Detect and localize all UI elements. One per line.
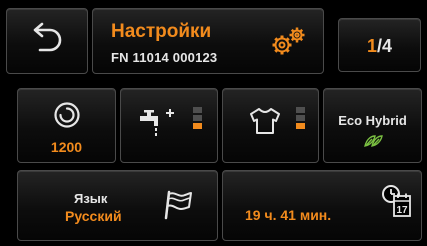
- clock-calendar-icon: 17: [382, 185, 411, 217]
- page-title: Настройки: [111, 21, 212, 42]
- soil-level-bars: [296, 107, 305, 131]
- shirt-icon: [250, 108, 280, 134]
- spin-icon: [54, 102, 80, 128]
- flag-icon: [164, 190, 192, 220]
- back-button[interactable]: [6, 8, 88, 74]
- calendar-day: 17: [396, 205, 408, 216]
- gears-icon: [272, 27, 305, 55]
- eco-hybrid-label: Eco Hybrid: [338, 113, 407, 128]
- settings-screen: Настройки FN 11014 000123 1/4 1200 Eco H…: [0, 0, 427, 246]
- delay-timer-button[interactable]: 19 ч. 41 мин. 17: [222, 170, 422, 241]
- level-bar-active: [296, 123, 305, 129]
- page-indicator-button[interactable]: 1/4: [338, 18, 421, 72]
- spin-speed-button[interactable]: 1200: [17, 88, 116, 163]
- page-total: /4: [377, 36, 393, 56]
- eco-leaf-icon: [364, 135, 383, 147]
- language-button[interactable]: Язык Русский: [17, 170, 218, 241]
- level-bar: [296, 107, 305, 113]
- page-current: 1: [366, 36, 377, 56]
- water-level-bars: [193, 107, 202, 131]
- level-bar-active: [193, 123, 202, 129]
- language-value: Русский: [65, 208, 122, 224]
- machine-serial: FN 11014 000123: [111, 50, 218, 65]
- delay-time-value: 19 ч. 41 мин.: [245, 207, 332, 223]
- soil-level-button[interactable]: [222, 88, 319, 163]
- settings-header[interactable]: Настройки FN 11014 000123: [92, 8, 324, 74]
- extra-water-button[interactable]: [120, 88, 218, 163]
- back-arrow-icon: [33, 22, 62, 52]
- eco-hybrid-button[interactable]: Eco Hybrid: [323, 88, 422, 163]
- level-bar: [193, 107, 202, 113]
- level-bar: [193, 115, 202, 121]
- language-label: Язык: [74, 191, 108, 206]
- spin-speed-value: 1200: [50, 139, 83, 155]
- tap-plus-icon: [140, 109, 174, 136]
- page-indicator: 1/4: [339, 36, 420, 57]
- level-bar: [296, 115, 305, 121]
